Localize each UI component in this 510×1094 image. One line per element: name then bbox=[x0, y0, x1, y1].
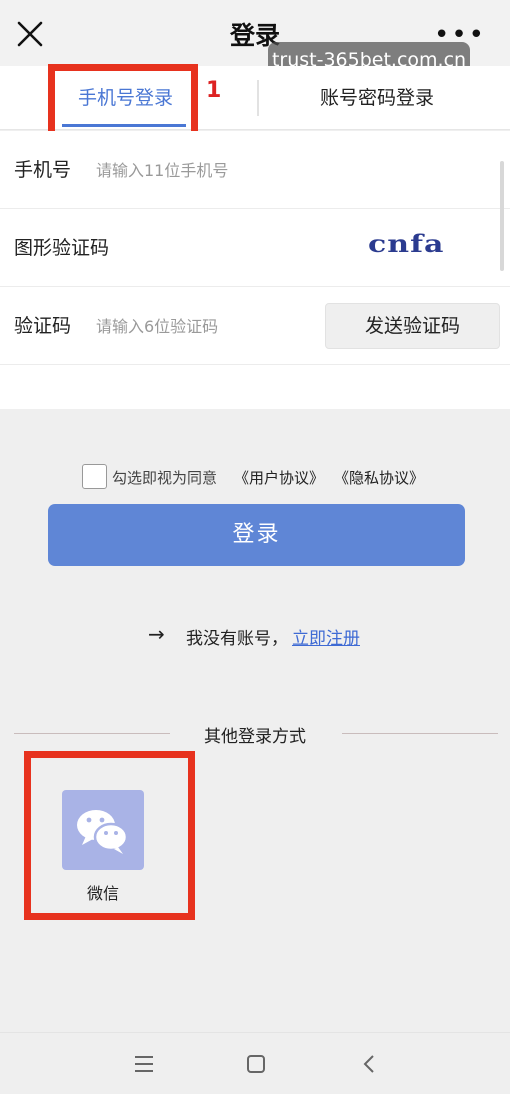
other-login-title: 其他登录方式 bbox=[204, 727, 306, 747]
back-icon bbox=[363, 1055, 374, 1073]
system-nav-bar bbox=[0, 1032, 510, 1094]
login-form: 手机号 图形验证码 cnfa 验证码 发送验证码 bbox=[0, 131, 510, 409]
menu-button[interactable] bbox=[127, 1047, 161, 1081]
send-code-button[interactable]: 发送验证码 bbox=[325, 303, 500, 349]
phone-row: 手机号 bbox=[0, 131, 510, 209]
highlight-box-wechat bbox=[24, 751, 195, 920]
sms-code-row: 验证码 发送验证码 bbox=[0, 287, 510, 365]
step-number-annotation: 1 bbox=[206, 78, 222, 103]
home-button[interactable] bbox=[239, 1047, 273, 1081]
back-button[interactable] bbox=[352, 1047, 386, 1081]
sms-code-input[interactable] bbox=[96, 309, 316, 343]
tab-divider bbox=[257, 80, 259, 116]
scrollbar[interactable] bbox=[500, 161, 504, 271]
tab-account-password-login[interactable]: 账号密码登录 bbox=[320, 66, 434, 130]
menu-icon bbox=[135, 1056, 153, 1072]
image-captcha-label: 图形验证码 bbox=[14, 237, 110, 259]
divider-right bbox=[342, 733, 498, 734]
arrow-right-icon: → bbox=[148, 622, 165, 646]
home-icon bbox=[247, 1055, 265, 1073]
image-captcha-row: 图形验证码 cnfa bbox=[0, 209, 510, 287]
register-link[interactable]: 立即注册 bbox=[292, 624, 360, 649]
highlight-box-phone-tab bbox=[48, 64, 198, 141]
divider-left bbox=[14, 733, 170, 734]
captcha-image[interactable]: cnfa bbox=[368, 231, 444, 259]
phone-input[interactable] bbox=[96, 153, 316, 187]
phone-label: 手机号 bbox=[14, 159, 72, 181]
login-button[interactable]: 登录 bbox=[48, 504, 465, 566]
agreement-checkbox[interactable] bbox=[82, 464, 107, 489]
privacy-agreement-link[interactable]: 《隐私协议》 bbox=[334, 467, 424, 488]
sms-code-label: 验证码 bbox=[14, 315, 72, 337]
user-agreement-link[interactable]: 《用户协议》 bbox=[234, 467, 324, 488]
register-prompt: 我没有账号， bbox=[186, 629, 288, 649]
agreement-text: 勾选即视为同意 bbox=[112, 469, 218, 487]
